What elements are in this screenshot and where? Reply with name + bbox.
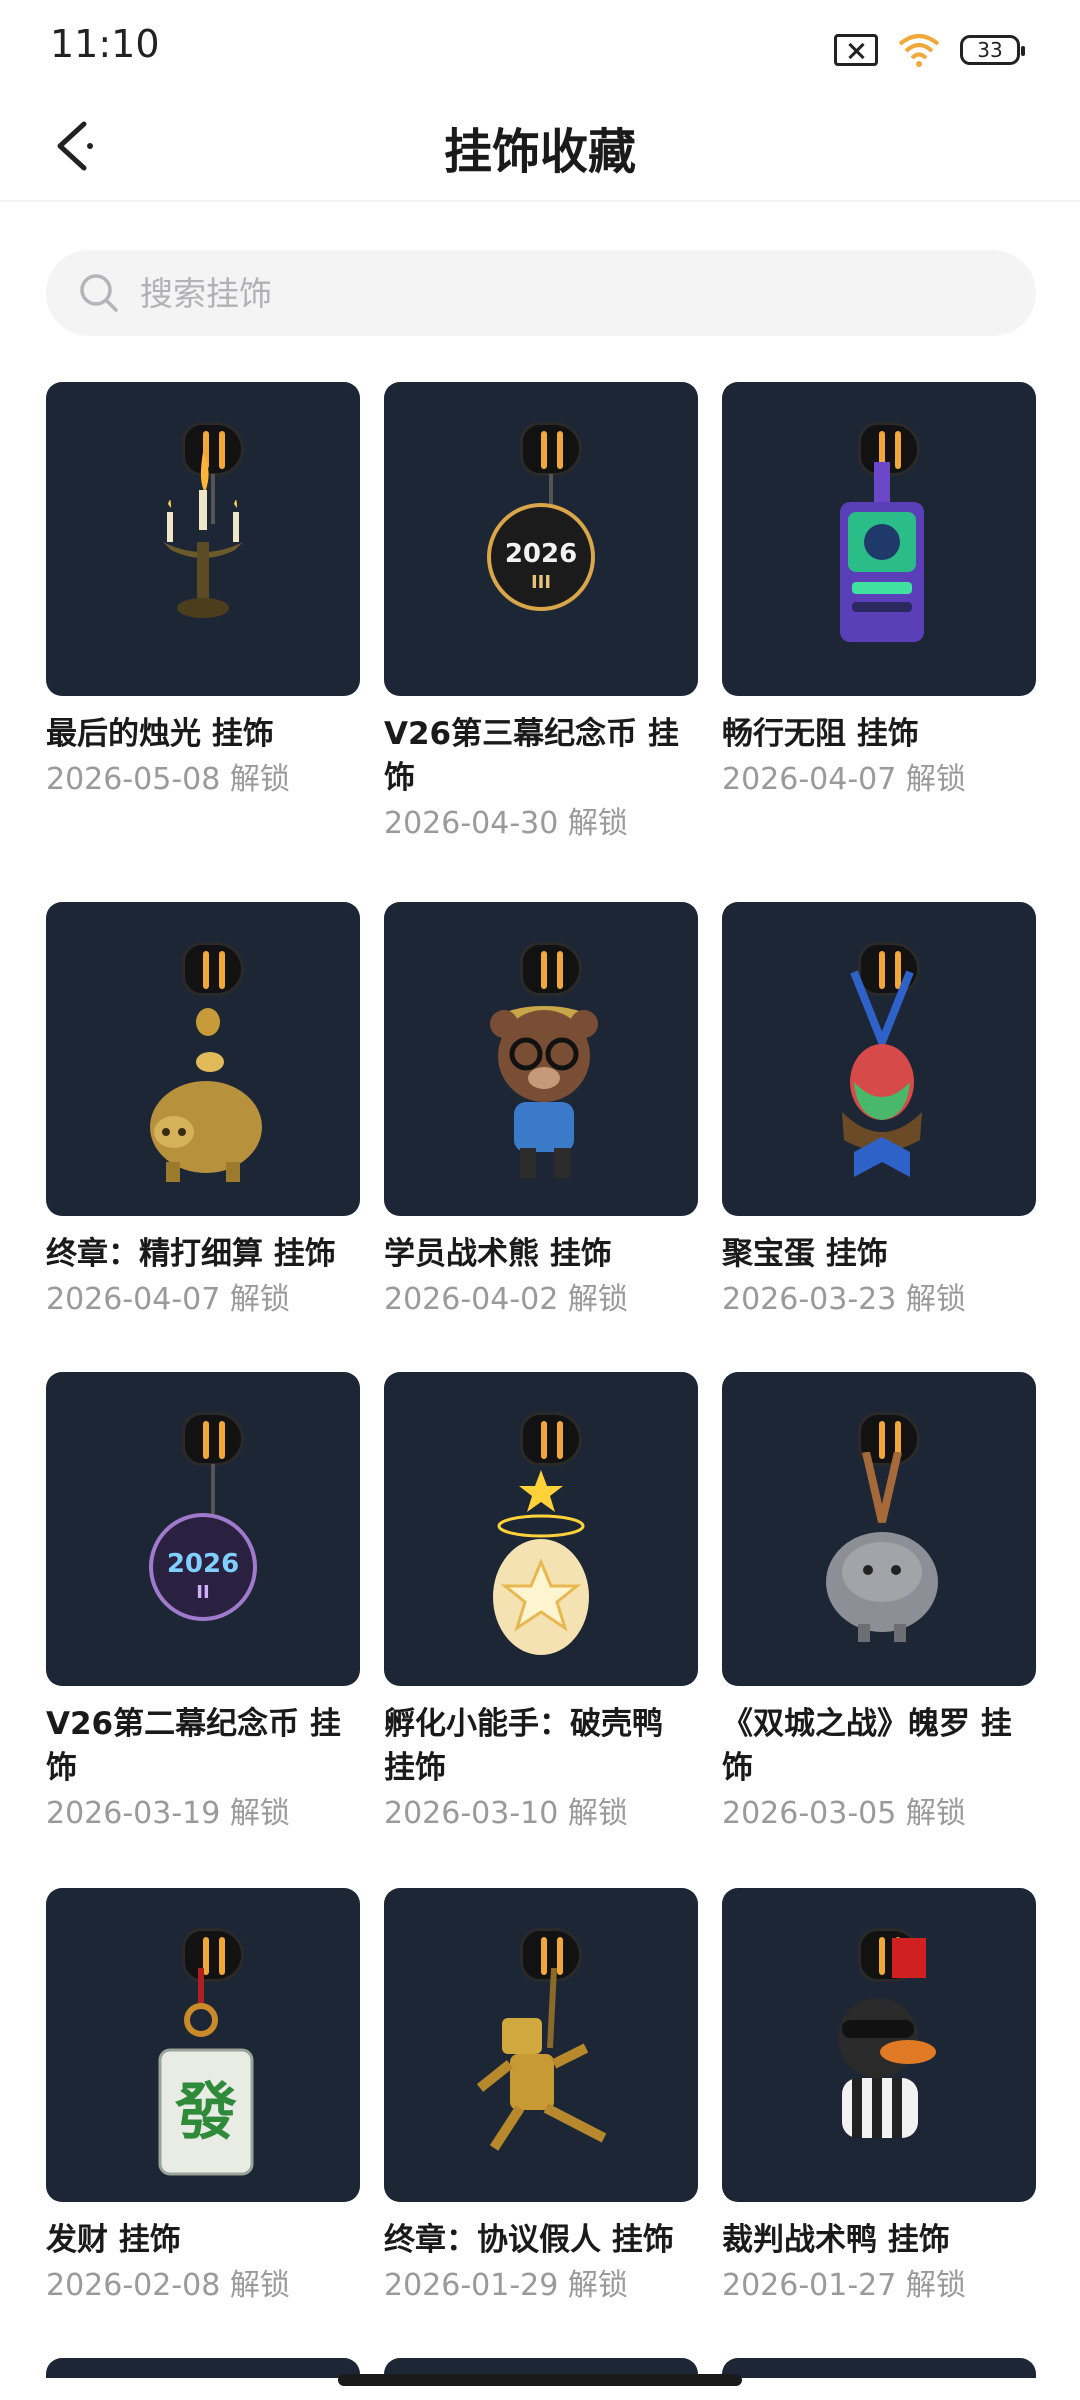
golden-piggy-bank-charm-icon xyxy=(150,1008,262,1182)
charm-title: 最后的烛光 挂饰 xyxy=(46,716,274,752)
unlock-date: 2026-04-30 解锁 xyxy=(384,806,628,841)
poro-charm-icon xyxy=(826,1452,938,1642)
clip-icon xyxy=(182,1412,244,1466)
nav-bar: 挂饰收藏 xyxy=(0,90,1080,202)
unlock-date: 2026-03-23 解锁 xyxy=(722,1282,966,1317)
glowing-egg-charm-icon xyxy=(493,1470,589,1655)
charm-thumbnail xyxy=(722,902,1036,1216)
egg-basket-charm-icon xyxy=(842,970,922,1177)
charm-thumbnail xyxy=(722,1372,1036,1686)
charm-title: 裁判战术鸭 挂饰 xyxy=(722,2222,950,2258)
unlock-date: 2026-01-27 解锁 xyxy=(722,2268,966,2303)
charm-thumbnail xyxy=(384,902,698,1216)
unlock-date: 2026-04-07 解锁 xyxy=(722,762,966,797)
svg-text:II: II xyxy=(196,1582,209,1603)
battery-icon: 33 xyxy=(960,35,1025,65)
status-icons: 33 xyxy=(834,30,1025,70)
charm-title: 学员战术熊 挂饰 xyxy=(384,1236,612,1272)
charm-card[interactable]: 聚宝蛋 挂饰 2026-03-23 解锁 xyxy=(722,902,1036,1322)
charm-thumbnail: 2026 II xyxy=(46,1372,360,1686)
referee-duck-charm-icon xyxy=(838,1938,936,2138)
svg-text:2026: 2026 xyxy=(167,1549,239,1579)
home-indicator[interactable] xyxy=(338,2374,742,2386)
clip-icon xyxy=(182,942,244,996)
clip-icon xyxy=(520,422,582,476)
charm-title: V26第二幕纪念币 挂饰 xyxy=(46,1706,341,1786)
charm-title: 《双城之战》魄罗 挂饰 xyxy=(722,1706,1012,1786)
charm-thumbnail xyxy=(722,1888,1036,2202)
coin-2026-ii-charm-icon: 2026 II xyxy=(149,1513,257,1621)
charm-card[interactable]: 学员战术熊 挂饰 2026-04-02 解锁 xyxy=(384,902,698,1322)
charm-card[interactable]: 2026 II V26第二幕纪念币 挂饰 2026-03-19 解锁 xyxy=(46,1372,360,1836)
next-row-thumbnail-peek xyxy=(722,2358,1036,2378)
search-input[interactable] xyxy=(140,273,960,313)
charm-card[interactable]: 裁判战术鸭 挂饰 2026-01-27 解锁 xyxy=(722,1888,1036,2308)
charm-card[interactable]: 孵化小能手：破壳鸭 挂饰 2026-03-10 解锁 xyxy=(384,1372,698,1836)
svg-text:2026: 2026 xyxy=(505,539,577,569)
charm-thumbnail xyxy=(46,902,360,1216)
search-bar[interactable] xyxy=(46,250,1036,336)
charm-title: 终章：精打细算 挂饰 xyxy=(46,1236,336,1272)
status-bar: 11:10 33 xyxy=(0,0,1080,90)
badge-card-charm-icon xyxy=(840,462,924,642)
unlock-date: 2026-03-10 解锁 xyxy=(384,1796,628,1831)
charm-thumbnail xyxy=(46,382,360,696)
charm-card[interactable]: 2026 III V26第三幕纪念币 挂饰 2026-04-30 解锁 xyxy=(384,382,698,846)
charm-card[interactable]: 畅行无阻 挂饰 2026-04-07 解锁 xyxy=(722,382,1036,802)
unlock-date: 2026-04-02 解锁 xyxy=(384,1282,628,1317)
charm-title: 终章：协议假人 挂饰 xyxy=(384,2222,674,2258)
bear-charm-icon xyxy=(490,1006,598,1178)
candelabra-charm-icon xyxy=(163,452,243,618)
svg-text:發: 發 xyxy=(174,2075,237,2148)
charm-title: 孵化小能手：破壳鸭 挂饰 xyxy=(384,1706,663,1786)
no-sim-icon xyxy=(834,34,878,66)
coin-2026-iii-charm-icon: 2026 III xyxy=(487,503,595,611)
unlock-date: 2026-04-07 解锁 xyxy=(46,1282,290,1317)
charm-title: 聚宝蛋 挂饰 xyxy=(722,1236,888,1272)
charm-card[interactable]: 《双城之战》魄罗 挂饰 2026-03-05 解锁 xyxy=(722,1372,1036,1836)
mahjong-tile-charm-icon: 發 xyxy=(158,1968,254,2176)
unlock-date: 2026-05-08 解锁 xyxy=(46,762,290,797)
charm-card[interactable]: 最后的烛光 挂饰 2026-05-08 解锁 xyxy=(46,382,360,802)
charm-title: V26第三幕纪念币 挂饰 xyxy=(384,716,679,796)
svg-text:III: III xyxy=(531,572,551,593)
charm-thumbnail xyxy=(384,1888,698,2202)
charm-card[interactable]: 终章：精打细算 挂饰 2026-04-07 解锁 xyxy=(46,902,360,1322)
charm-thumbnail xyxy=(722,382,1036,696)
clip-icon xyxy=(520,1412,582,1466)
charm-card[interactable]: 终章：协议假人 挂饰 2026-01-29 解锁 xyxy=(384,1888,698,2308)
charm-thumbnail: 發 xyxy=(46,1888,360,2202)
unlock-date: 2026-03-19 解锁 xyxy=(46,1796,290,1831)
unlock-date: 2026-03-05 解锁 xyxy=(722,1796,966,1831)
next-row-thumbnail-peek xyxy=(46,2358,360,2378)
charm-card[interactable]: 發 发财 挂饰 2026-02-08 解锁 xyxy=(46,1888,360,2308)
unlock-date: 2026-01-29 解锁 xyxy=(384,2268,628,2303)
golden-robot-charm-icon xyxy=(476,1968,607,2151)
charm-thumbnail: 2026 III xyxy=(384,382,698,696)
search-icon xyxy=(80,274,118,312)
status-time: 11:10 xyxy=(50,22,160,66)
page-title: 挂饰收藏 xyxy=(443,124,636,180)
charm-thumbnail xyxy=(384,1372,698,1686)
charm-title: 畅行无阻 挂饰 xyxy=(722,716,919,752)
wifi-icon xyxy=(898,34,940,67)
unlock-date: 2026-02-08 解锁 xyxy=(46,2268,290,2303)
charm-title: 发财 挂饰 xyxy=(46,2222,181,2258)
